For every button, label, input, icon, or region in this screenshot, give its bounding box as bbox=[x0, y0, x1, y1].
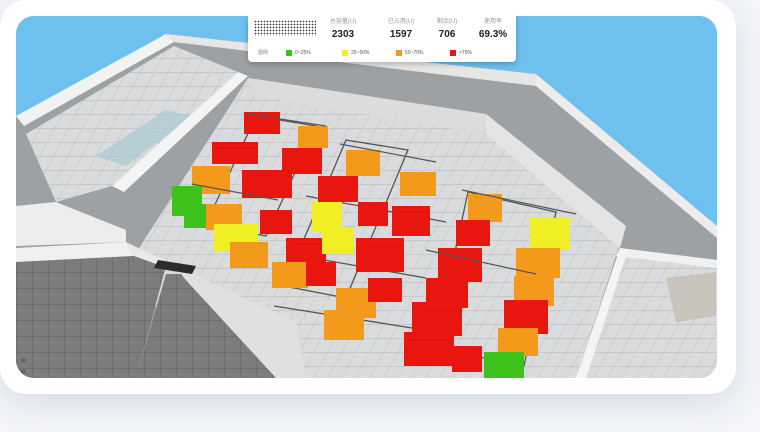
legend-item: 25~50% bbox=[342, 50, 370, 57]
rack[interactable] bbox=[468, 194, 502, 222]
rack[interactable] bbox=[484, 352, 524, 378]
screenshot-card: 总容量(U) 2303 已占用(U) 1597 剩余(U) 706 使用率 69… bbox=[0, 0, 736, 394]
stat-label: 已占用(U) bbox=[387, 19, 415, 25]
stat-usage-rate: 使用率 69.3% bbox=[468, 18, 518, 41]
stat-label: 总容量(U) bbox=[329, 19, 357, 25]
rack[interactable] bbox=[318, 176, 358, 202]
rack[interactable] bbox=[322, 228, 354, 254]
legend-label: >70% bbox=[459, 50, 472, 56]
scene-canvas[interactable] bbox=[16, 16, 717, 378]
rack[interactable] bbox=[400, 172, 436, 196]
rack[interactable] bbox=[324, 310, 364, 340]
capacity-stats-panel: 总容量(U) 2303 已占用(U) 1597 剩余(U) 706 使用率 69… bbox=[248, 16, 516, 62]
legend-item: 50~70% bbox=[396, 50, 424, 57]
legend-label: 25~50% bbox=[351, 50, 370, 56]
rack[interactable] bbox=[392, 206, 430, 236]
rack[interactable] bbox=[230, 242, 268, 268]
rack-grid-thumbnail[interactable] bbox=[254, 20, 316, 36]
rack[interactable] bbox=[412, 302, 462, 336]
rack[interactable] bbox=[530, 218, 570, 250]
stat-value: 1597 bbox=[389, 29, 413, 40]
rack[interactable] bbox=[358, 202, 388, 226]
rack[interactable] bbox=[212, 142, 258, 164]
rack[interactable] bbox=[498, 328, 538, 356]
rack[interactable] bbox=[356, 238, 404, 272]
rack[interactable] bbox=[346, 150, 380, 176]
legend-swatch-yellow bbox=[342, 50, 348, 56]
rack[interactable] bbox=[312, 202, 342, 232]
legend-label: 0~25% bbox=[295, 50, 311, 56]
stat-label: 剩余(U) bbox=[436, 19, 458, 25]
3d-datacenter-viewport[interactable]: 总容量(U) 2303 已占用(U) 1597 剩余(U) 706 使用率 69… bbox=[16, 16, 717, 378]
rack[interactable] bbox=[368, 278, 402, 302]
rack[interactable] bbox=[286, 238, 326, 264]
stat-value: 69.3% bbox=[478, 29, 508, 40]
legend-item: >70% bbox=[450, 50, 472, 57]
stat-total: 总容量(U) 2303 bbox=[318, 18, 368, 41]
legend-item: 0~25% bbox=[286, 50, 311, 57]
stat-value: 706 bbox=[438, 29, 456, 40]
rack[interactable] bbox=[306, 262, 336, 286]
rack[interactable] bbox=[438, 248, 482, 282]
rack[interactable] bbox=[516, 248, 560, 278]
legend-title: 图例 bbox=[258, 50, 269, 56]
stat-remaining: 剩余(U) 706 bbox=[422, 18, 472, 41]
legend-swatch-orange bbox=[396, 50, 402, 56]
legend-label: 50~70% bbox=[405, 50, 424, 56]
stat-used: 已占用(U) 1597 bbox=[376, 18, 426, 41]
legend-swatch-red bbox=[450, 50, 456, 56]
zoom-control-icon[interactable] bbox=[21, 358, 26, 363]
rack[interactable] bbox=[242, 170, 292, 198]
stat-value: 2303 bbox=[331, 29, 355, 40]
rack[interactable] bbox=[260, 210, 292, 234]
rack[interactable] bbox=[244, 112, 280, 134]
rotate-control-icon[interactable] bbox=[21, 369, 26, 374]
rack[interactable] bbox=[272, 262, 308, 288]
rack[interactable] bbox=[456, 220, 490, 246]
usage-legend: 图例 0~25% 25~50% 50~70% >70% bbox=[258, 49, 510, 59]
stat-label: 使用率 bbox=[483, 19, 502, 25]
rack[interactable] bbox=[452, 346, 482, 372]
legend-swatch-green bbox=[286, 50, 292, 56]
rack[interactable] bbox=[298, 126, 328, 148]
rack[interactable] bbox=[404, 332, 454, 366]
